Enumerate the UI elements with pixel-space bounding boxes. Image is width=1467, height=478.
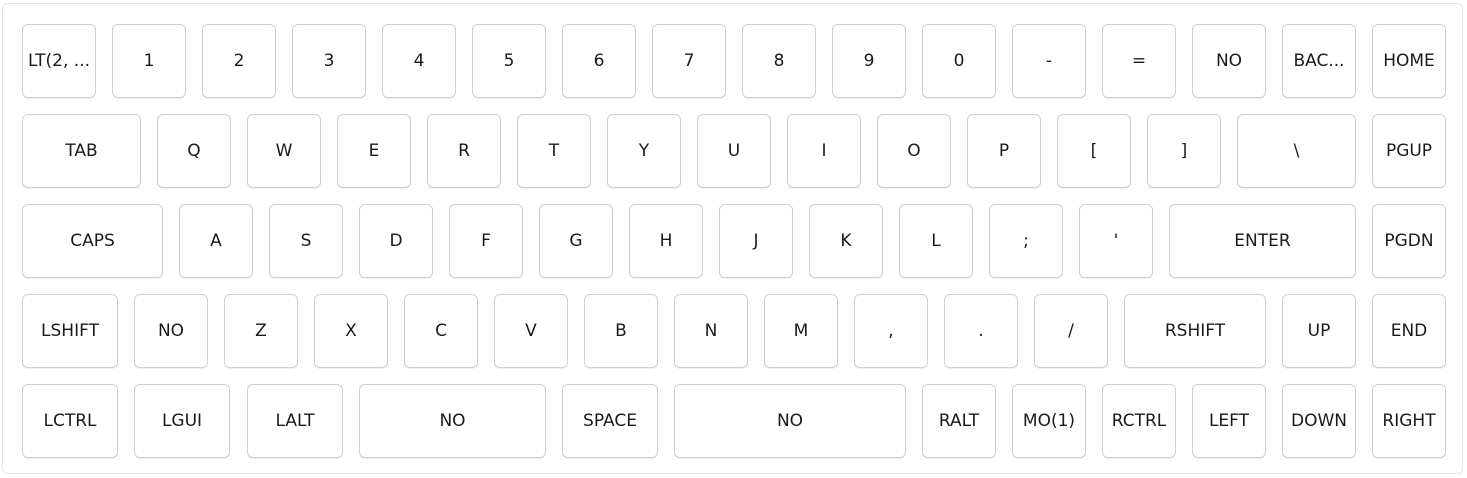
key-lctrl[interactable]: LCTRL xyxy=(22,384,118,458)
key-r[interactable]: R xyxy=(427,114,501,188)
key-l[interactable]: L xyxy=(899,204,973,278)
key-9[interactable]: 9 xyxy=(832,24,906,98)
key-no[interactable]: NO xyxy=(1192,24,1266,98)
key-z[interactable]: Z xyxy=(224,294,298,368)
key-left-bracket[interactable]: [ xyxy=(1057,114,1131,188)
key-d[interactable]: D xyxy=(359,204,433,278)
key-lshift[interactable]: LSHIFT xyxy=(22,294,118,368)
key-s[interactable]: S xyxy=(269,204,343,278)
key-8[interactable]: 8 xyxy=(742,24,816,98)
key-7[interactable]: 7 xyxy=(652,24,726,98)
key-up[interactable]: UP xyxy=(1282,294,1356,368)
key-c[interactable]: C xyxy=(404,294,478,368)
key-i[interactable]: I xyxy=(787,114,861,188)
key-no[interactable]: NO xyxy=(134,294,208,368)
key-bac[interactable]: BAC... xyxy=(1282,24,1356,98)
key-rctrl[interactable]: RCTRL xyxy=(1102,384,1176,458)
key-e[interactable]: E xyxy=(337,114,411,188)
key-5[interactable]: 5 xyxy=(472,24,546,98)
key-mo-1[interactable]: MO(1) xyxy=(1012,384,1086,458)
key-no[interactable]: NO xyxy=(359,384,546,458)
key-right-bracket[interactable]: ] xyxy=(1147,114,1221,188)
key-j[interactable]: J xyxy=(719,204,793,278)
key-left[interactable]: LEFT xyxy=(1192,384,1266,458)
key-lgui[interactable]: LGUI xyxy=(134,384,230,458)
key-pgdn[interactable]: PGDN xyxy=(1372,204,1446,278)
key-m[interactable]: M xyxy=(764,294,838,368)
key-4[interactable]: 4 xyxy=(382,24,456,98)
key-right[interactable]: RIGHT xyxy=(1372,384,1446,458)
key-minus[interactable]: - xyxy=(1012,24,1086,98)
key-rshift[interactable]: RSHIFT xyxy=(1124,294,1266,368)
key-t[interactable]: T xyxy=(517,114,591,188)
key-1[interactable]: 1 xyxy=(112,24,186,98)
key-slash[interactable]: / xyxy=(1034,294,1108,368)
key-q[interactable]: Q xyxy=(157,114,231,188)
key-0[interactable]: 0 xyxy=(922,24,996,98)
key-ralt[interactable]: RALT xyxy=(922,384,996,458)
key-6[interactable]: 6 xyxy=(562,24,636,98)
key-caps[interactable]: CAPS xyxy=(22,204,163,278)
key-g[interactable]: G xyxy=(539,204,613,278)
keyboard-layout: LT(2, ... 1 2 3 4 5 6 7 8 9 0- = NO BAC... HOME TAB Q W E R… xyxy=(2,3,1463,474)
key-v[interactable]: V xyxy=(494,294,568,368)
key-comma[interactable]: , xyxy=(854,294,928,368)
key-end[interactable]: END xyxy=(1372,294,1446,368)
key-w[interactable]: W xyxy=(247,114,321,188)
key-2[interactable]: 2 xyxy=(202,24,276,98)
key-a[interactable]: A xyxy=(179,204,253,278)
key-y[interactable]: Y xyxy=(607,114,681,188)
key-equals[interactable]: = xyxy=(1102,24,1176,98)
key-down[interactable]: DOWN xyxy=(1282,384,1356,458)
key-p[interactable]: P xyxy=(967,114,1041,188)
key-3[interactable]: 3 xyxy=(292,24,366,98)
key-home[interactable]: HOME xyxy=(1372,24,1446,98)
key-backslash[interactable]: \ xyxy=(1237,114,1356,188)
key-lalt[interactable]: LALT xyxy=(247,384,343,458)
key-x[interactable]: X xyxy=(314,294,388,368)
key-n[interactable]: N xyxy=(674,294,748,368)
key-space[interactable]: SPACE xyxy=(562,384,658,458)
key-period[interactable]: . xyxy=(944,294,1018,368)
key-b[interactable]: B xyxy=(584,294,658,368)
key-k[interactable]: K xyxy=(809,204,883,278)
key-o[interactable]: O xyxy=(877,114,951,188)
key-pgup[interactable]: PGUP xyxy=(1372,114,1446,188)
key-semicolon[interactable]: ; xyxy=(989,204,1063,278)
key-tab[interactable]: TAB xyxy=(22,114,141,188)
key-h[interactable]: H xyxy=(629,204,703,278)
key-enter[interactable]: ENTER xyxy=(1169,204,1356,278)
key-u[interactable]: U xyxy=(697,114,771,188)
key-quote[interactable]: ' xyxy=(1079,204,1153,278)
key-lt-2[interactable]: LT(2, ... xyxy=(22,24,96,98)
key-no[interactable]: NO xyxy=(674,384,906,458)
key-f[interactable]: F xyxy=(449,204,523,278)
